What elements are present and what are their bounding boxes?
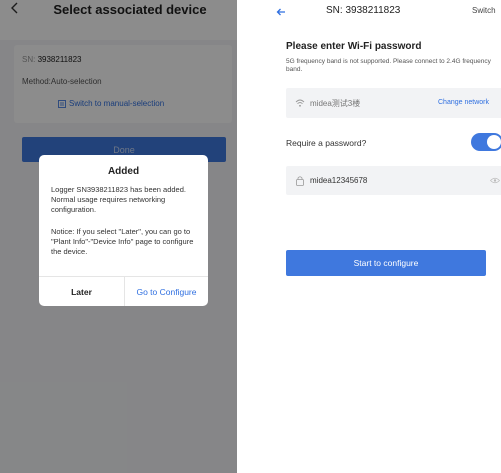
start-configure-button[interactable]: Start to configure [286, 250, 486, 276]
left-screen: Select associated device SN: 3938211823 … [0, 0, 237, 473]
right-screen: SN: 3938211823 Switch Please enter Wi-Fi… [264, 0, 501, 473]
require-password-toggle[interactable] [471, 133, 501, 151]
added-dialog: Added Logger SN3938211823 has been added… [39, 155, 208, 306]
dialog-notice: Notice: If you select "Later", you can g… [51, 227, 194, 256]
eye-icon[interactable] [490, 177, 500, 184]
dialog-title: Added [107, 166, 140, 177]
go-to-configure-button[interactable]: Go to Configure [125, 277, 208, 306]
wifi-icon [295, 99, 305, 107]
require-password-label: Require a password? [286, 138, 367, 148]
wifi-name: midea测试3楼 [310, 99, 361, 108]
later-button[interactable]: Later [39, 277, 124, 306]
back-arrow-icon[interactable] [276, 7, 286, 17]
password-field[interactable]: midea12345678 [286, 166, 501, 195]
lock-icon [296, 176, 304, 186]
switch-button[interactable]: Switch [472, 6, 496, 15]
wifi-password-heading: Please enter Wi-Fi password [286, 41, 422, 52]
password-value: midea12345678 [310, 176, 368, 185]
wifi-network-field: midea测试3楼 Change network [286, 88, 501, 118]
page-title: SN: 3938211823 [326, 5, 401, 16]
toggle-knob [487, 135, 501, 149]
dialog-message: Logger SN3938211823 has been added. Norm… [51, 185, 186, 214]
change-network-link[interactable]: Change network [438, 99, 489, 106]
frequency-note: 5G frequency band is not supported. Plea… [286, 58, 491, 73]
